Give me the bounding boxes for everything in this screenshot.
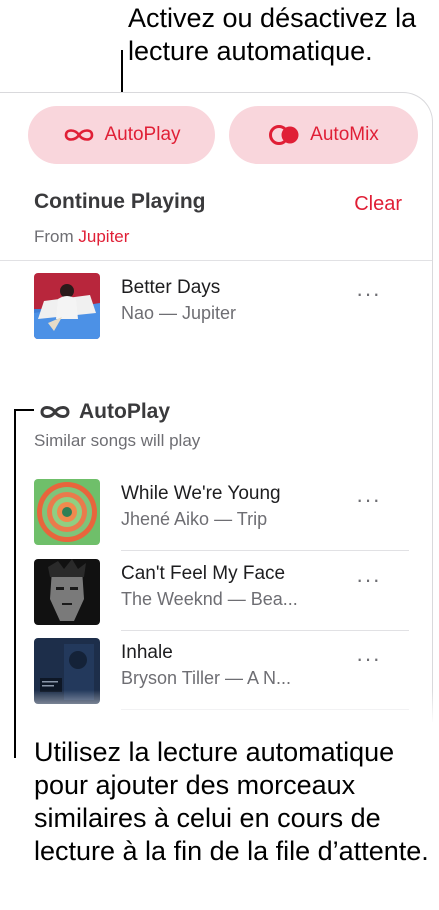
track-artist-album: Bryson Tiller — A N... [121, 668, 292, 688]
divider [121, 550, 409, 551]
beauty-behind-the-madness-album-art [34, 559, 100, 625]
track-title: Inhale [121, 642, 173, 663]
more-options-button[interactable]: ··· [356, 567, 381, 593]
infinity-icon [40, 406, 70, 418]
infinity-icon [65, 129, 94, 141]
source-link[interactable]: Jupiter [78, 227, 129, 246]
playing-next-panel: AutoPlay AutoMix Continue Playing Clear … [0, 92, 433, 722]
track-row-cant-feel-my-face[interactable]: Can't Feel My Face The Weeknd — Bea... ·… [34, 559, 409, 629]
track-title: While We're Young [121, 483, 281, 504]
automix-toggle-button[interactable]: AutoMix [229, 106, 418, 164]
track-title: Better Days [121, 277, 221, 298]
panel-fade [0, 690, 433, 730]
track-title: Can't Feel My Face [121, 563, 286, 584]
better-days-album-art [34, 273, 100, 339]
track-artist-album: The Weeknd — Bea... [121, 589, 298, 609]
more-options-button[interactable]: ··· [356, 646, 381, 672]
callout-line [14, 409, 16, 758]
autoplay-toggle-label: AutoPlay [104, 124, 181, 145]
trip-album-art [34, 479, 100, 545]
clear-button[interactable]: Clear [354, 193, 402, 216]
source-prefix: From [34, 227, 79, 246]
autoplay-toggle-button[interactable]: AutoPlay [28, 106, 215, 164]
callout-autoplay-description: Utilisez la lecture automatique pour ajo… [34, 737, 429, 866]
callout-autoplay-toggle: Activez ou désactivez la lecture automat… [128, 3, 417, 66]
track-artist-album: Jhené Aiko — Trip [121, 509, 268, 529]
autoplay-section-subtitle: Similar songs will play [34, 431, 201, 450]
more-options-button[interactable]: ··· [356, 487, 381, 513]
more-options-button[interactable]: ··· [356, 281, 381, 307]
autoplay-section-header: AutoPlay [37, 400, 170, 424]
divider [121, 630, 409, 631]
continue-playing-source: From Jupiter [34, 227, 129, 247]
divider [0, 260, 432, 261]
track-artist-album: Nao — Jupiter [121, 303, 237, 323]
track-row-better-days[interactable]: Better Days Nao — Jupiter ··· [34, 273, 409, 343]
track-row-while-were-young[interactable]: While We're Young Jhené Aiko — Trip ··· [34, 479, 409, 549]
automix-toggle-label: AutoMix [310, 124, 379, 145]
autoplay-section-title: AutoPlay [79, 400, 171, 423]
continue-playing-title: Continue Playing [34, 190, 206, 213]
callout-line [14, 409, 34, 411]
automix-icon [269, 125, 299, 145]
